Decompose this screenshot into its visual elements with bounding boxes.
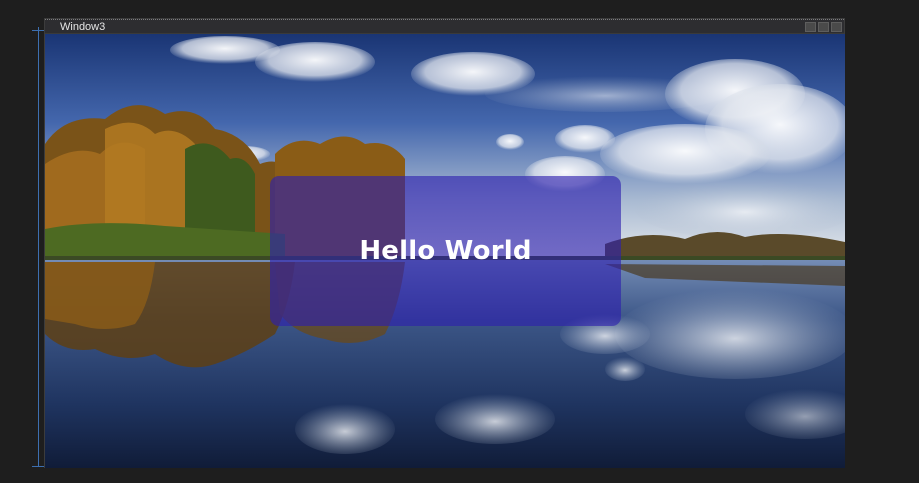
close-button[interactable] [831, 22, 842, 32]
selection-guide-tick-top [32, 30, 44, 31]
minimize-button[interactable] [805, 22, 816, 32]
selection-guide-line [38, 27, 39, 467]
background-image: Hello World [45, 34, 845, 468]
selection-guide-tick-bottom [32, 466, 44, 467]
window-title: Window3 [60, 21, 106, 33]
window-titlebar[interactable]: Window3 [45, 19, 844, 34]
message-panel: Hello World [270, 176, 621, 326]
designer-window[interactable]: Window3 Hello World [44, 18, 845, 468]
hello-world-text: Hello World [359, 236, 532, 266]
maximize-button[interactable] [818, 22, 829, 32]
window-controls [805, 22, 842, 32]
